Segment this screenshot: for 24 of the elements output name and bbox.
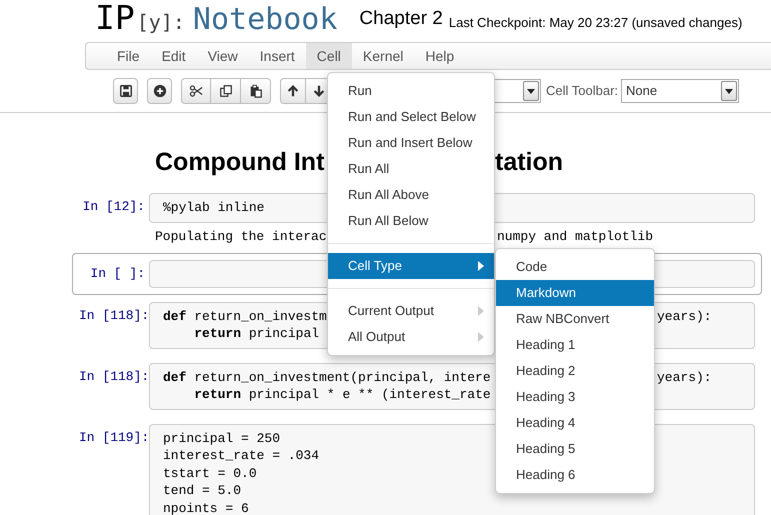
input-prompt: In [12]: — [82, 198, 145, 216]
cell-toolbar-label: Cell Toolbar: — [546, 82, 618, 100]
code-line: def return_on_investm — [163, 308, 327, 324]
input-prompt: In [ ]: — [89, 264, 145, 282]
input-prompt: In [118]: — [79, 306, 145, 324]
output-text: Populating the interac — [155, 228, 327, 244]
notebook-heading: Compound Int — [155, 148, 324, 176]
code-line: interest_rate = .034 — [163, 448, 320, 463]
checkpoint-status: Last Checkpoint: May 20 23:27 (unsaved changes) — [448, 14, 742, 32]
code-line: return principal — [193, 326, 320, 341]
logo: IP[y]: Notebook — [95, 0, 338, 39]
code-line: def return_on_investment(principal, intere — [163, 370, 491, 384]
code-line: %pylab inline — [163, 200, 264, 215]
code-line: principal = 250 — [163, 430, 280, 446]
output-text: numpy and matplotlib — [497, 228, 654, 246]
code-line: years): — [657, 368, 712, 386]
code-line: tstart = 0.0 — [163, 466, 257, 480]
code-line: return principal * e ** (interest_rate — [193, 387, 491, 402]
notebook-heading: tation — [495, 147, 564, 178]
code-line: years): — [657, 308, 712, 325]
code-line: tend = 5.0 — [163, 483, 242, 498]
input-prompt: In [118]: — [79, 368, 145, 386]
code-line: npoints = 6 — [163, 500, 249, 515]
input-prompt: In [119]: — [79, 428, 145, 446]
